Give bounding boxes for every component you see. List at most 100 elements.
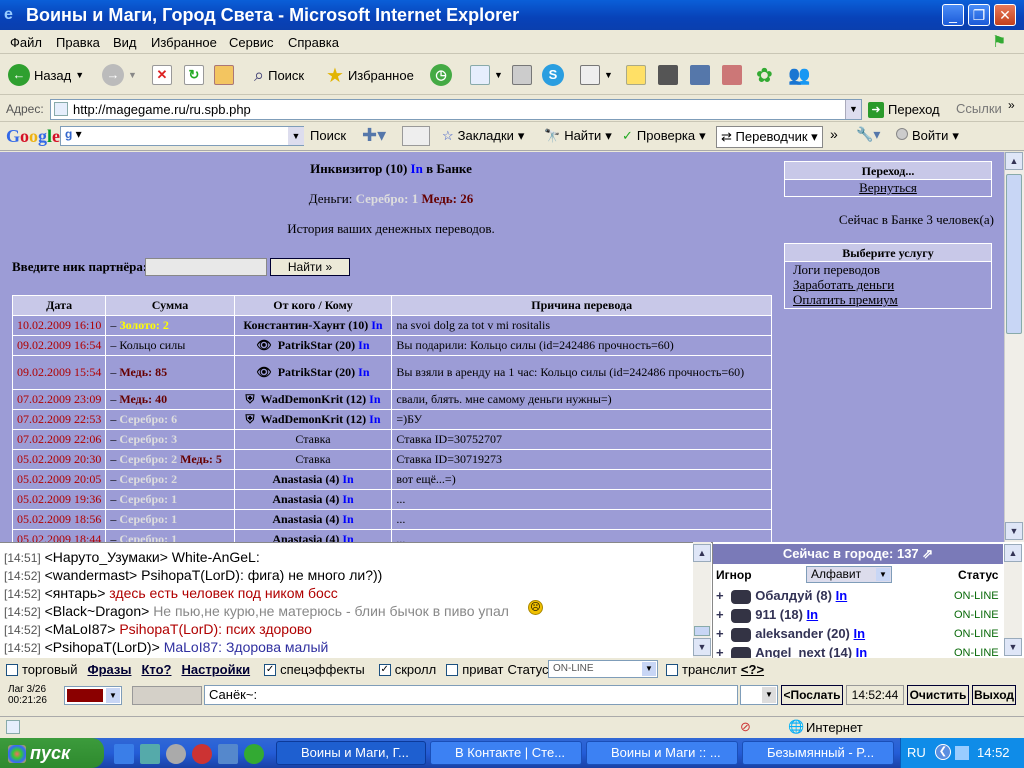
message-input[interactable]: Санёк~: xyxy=(204,685,738,705)
player-info-link[interactable]: In xyxy=(854,626,866,641)
tray-collapse-icon[interactable]: ❮ xyxy=(935,744,951,760)
settings-link[interactable]: Настройки xyxy=(181,662,250,677)
page-scrollbar[interactable]: ▲ ▼ xyxy=(1004,152,1024,542)
sort-select[interactable]: Алфавит ▼ xyxy=(806,566,892,583)
scroll-up-button[interactable]: ▲ xyxy=(1005,152,1023,170)
task-paint[interactable]: Безымянный - P... xyxy=(742,741,894,765)
wrench-icon[interactable]: 🔧▾ xyxy=(856,126,880,143)
forward-button[interactable]: → ▼ xyxy=(102,62,137,88)
who-link[interactable]: Кто? xyxy=(141,662,171,677)
bookmarks-button[interactable]: ☆ Закладки ▾ xyxy=(442,128,524,144)
chat-scroll-up[interactable]: ▲ xyxy=(693,544,711,562)
back-button[interactable]: ← Назад ▼ xyxy=(8,62,84,88)
tool-k-button[interactable] xyxy=(658,62,678,88)
phrases-link[interactable]: Фразы xyxy=(87,662,131,677)
translit-checkbox[interactable] xyxy=(666,663,678,676)
partner-nick-input[interactable] xyxy=(145,258,267,276)
service-transfer-logs[interactable]: Логи переводов xyxy=(793,262,991,277)
google-plus-icon[interactable]: ✚▾ xyxy=(362,125,386,146)
print-button[interactable] xyxy=(512,62,532,88)
desktop-quicklaunch-icon[interactable] xyxy=(140,744,160,764)
player-info-link[interactable]: In xyxy=(836,588,848,603)
task-warriors-mages-1[interactable]: Воины и Маги, Г... xyxy=(276,741,426,765)
translate-button[interactable]: ⇄ Переводчик ▾ xyxy=(716,126,823,148)
expand-icon[interactable]: + xyxy=(716,607,724,622)
menu-favorites[interactable]: Избранное xyxy=(151,35,217,50)
status-select[interactable]: ON-LINE ▼ xyxy=(548,660,658,678)
note-button[interactable] xyxy=(626,62,646,88)
links-label[interactable]: Ссылки xyxy=(956,101,1002,116)
scroll-checkbox[interactable]: ✓ xyxy=(378,663,391,676)
home-button[interactable] xyxy=(214,62,234,88)
media-quicklaunch-icon[interactable] xyxy=(166,744,186,764)
scroll-down-button[interactable]: ▼ xyxy=(1005,522,1023,540)
skype-button[interactable]: S xyxy=(542,62,564,88)
trade-checkbox[interactable] xyxy=(6,663,18,676)
chat-nick[interactable]: Наруто_Узумаки xyxy=(53,549,160,565)
player-info-link[interactable]: In xyxy=(342,512,353,526)
app-quicklaunch-icon[interactable] xyxy=(218,744,238,764)
minimize-button[interactable]: _ xyxy=(942,4,964,26)
window-title-bar[interactable]: Воины и Маги, Город Света - Microsoft In… xyxy=(0,0,1024,30)
player-info-link[interactable]: In xyxy=(358,365,369,379)
scroll-thumb[interactable] xyxy=(1006,174,1022,334)
menu-edit[interactable]: Правка xyxy=(56,35,100,50)
send-button[interactable]: <Послать xyxy=(781,685,843,705)
google-search-input[interactable]: g ▾ xyxy=(60,126,304,146)
links-chevron-icon[interactable]: » xyxy=(1008,98,1015,112)
chat-nick[interactable]: Black~Dragon xyxy=(53,603,141,619)
chat-nick[interactable]: MaLoI87 xyxy=(53,621,107,637)
icq-button[interactable]: ✿ xyxy=(756,62,773,88)
player-info-link[interactable]: In xyxy=(369,412,380,426)
chat-nick[interactable]: PsihopaT(LorD) xyxy=(53,639,152,655)
refresh-button[interactable]: ↻ xyxy=(184,62,204,88)
menu-tools[interactable]: Сервис xyxy=(229,35,274,50)
chat-scroll-thumb[interactable] xyxy=(694,626,710,636)
stop-button[interactable]: ✕ xyxy=(152,62,172,88)
ie-quicklaunch-icon[interactable] xyxy=(114,744,134,764)
translit-help-link[interactable]: <?> xyxy=(741,662,764,677)
bug-quicklaunch-icon[interactable] xyxy=(192,744,212,764)
color-select[interactable]: ▼ xyxy=(64,686,122,705)
address-dropdown-button[interactable]: ▼ xyxy=(845,100,861,119)
chat-scroll-down[interactable]: ▼ xyxy=(693,638,711,656)
google-search-button[interactable]: Поиск xyxy=(310,128,346,143)
exit-button[interactable]: Выход xyxy=(972,685,1016,705)
online-user-row[interactable]: + 911 (18) In xyxy=(716,607,818,623)
close-button[interactable]: ✕ xyxy=(994,4,1016,26)
mail-button[interactable]: ▼ xyxy=(470,62,503,88)
more-chevron-icon[interactable]: » xyxy=(830,126,838,142)
effects-checkbox[interactable]: ✓ xyxy=(264,663,277,676)
task-warriors-mages-2[interactable]: Воины и Маги :: ... xyxy=(586,741,738,765)
popup-blocker-button[interactable] xyxy=(402,126,430,146)
player-info-link[interactable]: In xyxy=(342,492,353,506)
player-info-link[interactable]: In xyxy=(371,318,382,332)
player-info-link[interactable]: In xyxy=(807,607,819,622)
go-button[interactable]: ➜ Переход xyxy=(868,99,940,120)
private-target-field[interactable] xyxy=(132,686,202,705)
menu-file[interactable]: Файл xyxy=(10,35,42,50)
menu-view[interactable]: Вид xyxy=(113,35,137,50)
address-input[interactable]: http://magegame.ru/ru.spb.php xyxy=(50,99,862,120)
chat-scrollbar[interactable]: ▲ ▼ xyxy=(693,542,711,658)
player-info-link[interactable]: In xyxy=(369,392,380,406)
online-user-name[interactable]: 911 (18) xyxy=(755,607,803,622)
chat-nick[interactable]: wandermast xyxy=(53,567,129,583)
google-search-dropdown[interactable]: ▼ xyxy=(288,127,304,145)
online-user-name[interactable]: aleksander (20) xyxy=(755,626,850,641)
chat-nick[interactable]: янтарь xyxy=(53,585,97,601)
research-button[interactable] xyxy=(690,62,710,88)
messenger-button[interactable]: 👥 xyxy=(788,62,810,88)
icq-quicklaunch-icon[interactable] xyxy=(244,744,264,764)
online-user-row[interactable]: + Обалдуй (8) In xyxy=(716,588,847,604)
online-user-row[interactable]: + aleksander (20) In xyxy=(716,626,865,642)
service-pay-premium[interactable]: Оплатить премиум xyxy=(793,292,991,307)
find-partner-button[interactable]: Найти » xyxy=(270,258,350,276)
task-vkontakte[interactable]: В Контакте | Сте... xyxy=(430,741,582,765)
smiles-select[interactable]: ▼ xyxy=(740,685,778,705)
expand-icon[interactable]: + xyxy=(716,588,724,603)
online-scrollbar[interactable]: ▲ ▼ xyxy=(1004,544,1022,656)
clear-button[interactable]: Очистить xyxy=(907,685,969,705)
history-button[interactable]: ◷ xyxy=(430,62,452,88)
signin-button[interactable]: Войти ▾ xyxy=(896,128,959,144)
